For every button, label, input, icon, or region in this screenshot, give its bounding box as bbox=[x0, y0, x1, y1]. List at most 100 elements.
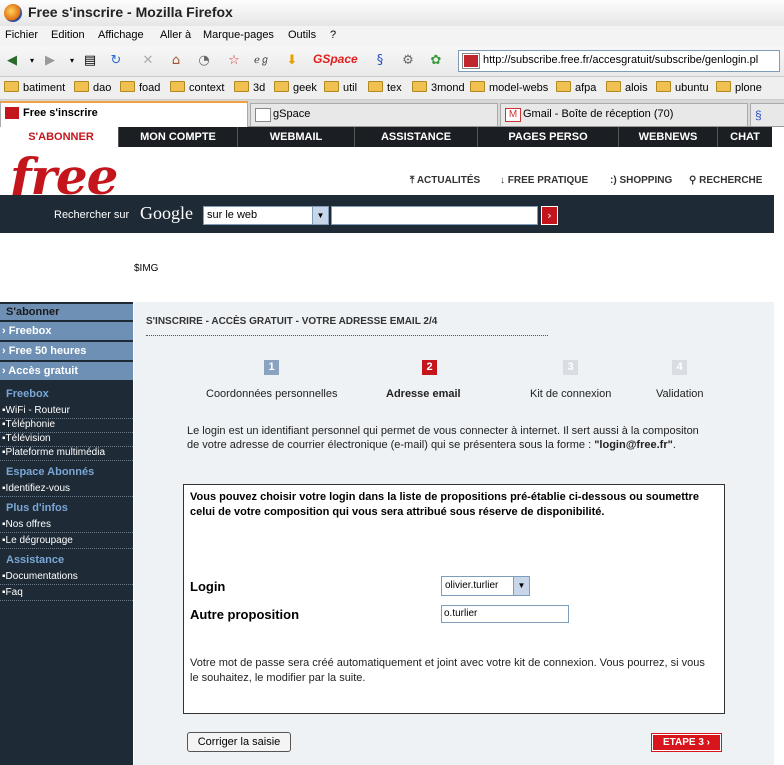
login-form-box: Vous pouvez choisir votre login dans la … bbox=[183, 484, 725, 714]
arrow-down-icon: ↓ bbox=[500, 175, 508, 186]
sidebar-item-freebox[interactable]: › Freebox bbox=[0, 322, 133, 340]
sidebar-item-acces-gratuit[interactable]: › Accès gratuit bbox=[0, 362, 133, 380]
print-icon[interactable]: ▤ bbox=[82, 53, 98, 69]
intro-text: Le login est un identifiant personnel qu… bbox=[187, 425, 699, 451]
next-step-button[interactable]: ETAPE 3 › bbox=[651, 733, 722, 752]
sidebar-link-nos-offres[interactable]: ▪Nos offres bbox=[0, 518, 135, 533]
step-2-label: Adresse email bbox=[386, 388, 461, 400]
folder-icon bbox=[74, 81, 89, 92]
bookmark-folder[interactable]: geek bbox=[274, 81, 317, 94]
history-icon[interactable]: ◔ bbox=[196, 53, 212, 69]
bookmark-folder[interactable]: alois bbox=[606, 81, 648, 94]
site-search-bar: Rechercher sur Google sur le web ▼ › bbox=[0, 195, 776, 233]
sidebar-link-wifi[interactable]: ▪WiFi - Routeur bbox=[0, 404, 135, 419]
search-input[interactable] bbox=[331, 206, 538, 225]
nav-mon-compte[interactable]: MON COMPTE bbox=[119, 127, 238, 147]
forward-dropdown-icon[interactable]: ▾ bbox=[64, 53, 80, 69]
menu-outils[interactable]: Outils bbox=[288, 29, 316, 41]
chevron-down-icon: ▼ bbox=[513, 577, 529, 595]
forward-icon[interactable]: ▶ bbox=[42, 53, 58, 69]
bookmark-folder[interactable]: 3mond bbox=[412, 81, 465, 94]
sidebar-link-faq[interactable]: ▪Faq bbox=[0, 586, 135, 601]
bookmark-folder[interactable]: plone bbox=[716, 81, 762, 94]
link-recherche[interactable]: ⚲ RECHERCHE bbox=[689, 175, 762, 186]
menu-edition[interactable]: Edition bbox=[51, 29, 85, 41]
menu-aller[interactable]: Aller à bbox=[160, 29, 191, 41]
nav-chat[interactable]: CHAT bbox=[718, 127, 772, 147]
back-icon[interactable]: ◀ bbox=[4, 53, 20, 69]
menu-marque-pages[interactable]: Marque-pages bbox=[203, 29, 274, 41]
sidebar-link-identifiez-vous[interactable]: ▪Identifiez-vous bbox=[0, 482, 135, 497]
nav-assistance[interactable]: ASSISTANCE bbox=[355, 127, 478, 147]
menu-affichage[interactable]: Affichage bbox=[98, 29, 144, 41]
bookmark-folder[interactable]: afpa bbox=[556, 81, 596, 94]
search-label: Rechercher sur bbox=[54, 209, 130, 221]
folder-icon bbox=[170, 81, 185, 92]
back-dropdown-icon[interactable]: ▾ bbox=[24, 53, 40, 69]
sidebar-link-degroupage[interactable]: ▪Le dégroupage bbox=[0, 534, 135, 549]
tab-gmail[interactable]: M Gmail - Boîte de réception (70) bbox=[500, 103, 748, 126]
bookmark-folder[interactable]: tex bbox=[368, 81, 402, 94]
step-4-label: Validation bbox=[656, 388, 704, 400]
url-bar[interactable]: http://subscribe.free.fr/accesgratuit/su… bbox=[458, 50, 780, 72]
sidebar-item-free-50-heures[interactable]: › Free 50 heures bbox=[0, 342, 133, 360]
folder-icon bbox=[120, 81, 135, 92]
bookmark-folder[interactable]: 3d bbox=[234, 81, 265, 94]
link-actualites[interactable]: ⤒ ACTUALITÉS bbox=[410, 175, 480, 186]
reload-icon[interactable]: ↻ bbox=[108, 53, 124, 69]
nav-webnews[interactable]: WEBNEWS bbox=[619, 127, 718, 147]
link-free-pratique[interactable]: ↓ FREE PRATIQUE bbox=[500, 175, 588, 186]
folder-icon bbox=[656, 81, 671, 92]
step-2-badge: 2 bbox=[422, 360, 437, 375]
nav-pages-perso[interactable]: PAGES PERSO bbox=[478, 127, 619, 147]
menu-fichier[interactable]: Fichier bbox=[5, 29, 38, 41]
bookmark-folder[interactable]: util bbox=[324, 81, 357, 94]
nav-webmail[interactable]: WEBMAIL bbox=[238, 127, 355, 147]
extension-icon[interactable]: ✿ bbox=[428, 53, 444, 69]
bookmarks-bar: batiment dao foad context 3d geek util t… bbox=[0, 77, 784, 100]
search-go-button[interactable]: › bbox=[541, 206, 558, 225]
link-shopping[interactable]: :) SHOPPING bbox=[610, 175, 672, 186]
chevron-down-icon: ▼ bbox=[312, 207, 328, 224]
sidebar-section-espace-abonnes: Espace Abonnés bbox=[6, 466, 95, 478]
menu-bar: Fichier Edition Affichage Aller à Marque… bbox=[0, 26, 784, 46]
navigation-toolbar: ◀ ▾ ▶ ▾ ▤ ↻ ✕ ⌂ ◔ ☆ ℯℊ ⬇ GSpace § ⚙ ✿ ht… bbox=[0, 46, 784, 77]
main-content: S'INSCRIRE - ACCÈS GRATUIT - VOTRE ADRES… bbox=[134, 302, 774, 765]
home-icon[interactable]: ⌂ bbox=[168, 53, 184, 69]
search-scope-select[interactable]: sur le web ▼ bbox=[203, 206, 329, 225]
menu-help[interactable]: ? bbox=[330, 29, 336, 41]
bookmark-folder[interactable]: ubuntu bbox=[656, 81, 709, 94]
bookmark-folder[interactable]: batiment bbox=[4, 81, 65, 94]
tab-gspace[interactable]: gSpace bbox=[250, 103, 498, 126]
sidebar-link-documentations[interactable]: ▪Documentations bbox=[0, 570, 135, 585]
login-label: Login bbox=[190, 579, 226, 594]
firefox-icon bbox=[4, 4, 22, 22]
autre-proposition-input[interactable]: o.turlier bbox=[441, 605, 569, 623]
folder-icon bbox=[234, 81, 249, 92]
bookmark-folder[interactable]: foad bbox=[120, 81, 160, 94]
stop-icon[interactable]: ✕ bbox=[140, 53, 156, 69]
bookmark-folder[interactable]: model-webs bbox=[470, 81, 548, 94]
delicious-icon[interactable]: ℯℊ bbox=[254, 53, 270, 69]
tab-free-sinscrire[interactable]: Free s'inscrire bbox=[0, 101, 248, 128]
bookmark-folder[interactable]: dao bbox=[74, 81, 111, 94]
bookmark-star-icon[interactable]: ☆ bbox=[226, 53, 242, 69]
arrow-right-icon: › bbox=[547, 209, 552, 222]
folder-icon bbox=[716, 81, 731, 92]
tab-more[interactable]: § bbox=[750, 103, 784, 126]
nav-sabonner[interactable]: S'ABONNER bbox=[4, 127, 119, 147]
reset-button[interactable]: Corriger la saisie bbox=[187, 732, 291, 752]
seahorse-icon[interactable]: § bbox=[372, 53, 388, 69]
gspace-button[interactable]: GSpace bbox=[313, 52, 358, 66]
download-icon[interactable]: ⬇ bbox=[284, 53, 300, 69]
step-1-label: Coordonnées personnelles bbox=[206, 388, 338, 400]
login-select[interactable]: olivier.turlier ▼ bbox=[441, 576, 530, 596]
folder-icon bbox=[368, 81, 383, 92]
settings-icon[interactable]: ⚙ bbox=[400, 53, 416, 69]
sidebar-link-plateforme[interactable]: ▪Plateforme multimédia bbox=[0, 446, 135, 461]
site-favicon bbox=[462, 53, 480, 69]
bookmark-folder[interactable]: context bbox=[170, 81, 224, 94]
sidebar-link-television[interactable]: ▪Télévision bbox=[0, 432, 135, 447]
sidebar-link-telephonie[interactable]: ▪Téléphonie bbox=[0, 418, 135, 433]
arrow-up-icon: ⤒ bbox=[410, 175, 417, 186]
